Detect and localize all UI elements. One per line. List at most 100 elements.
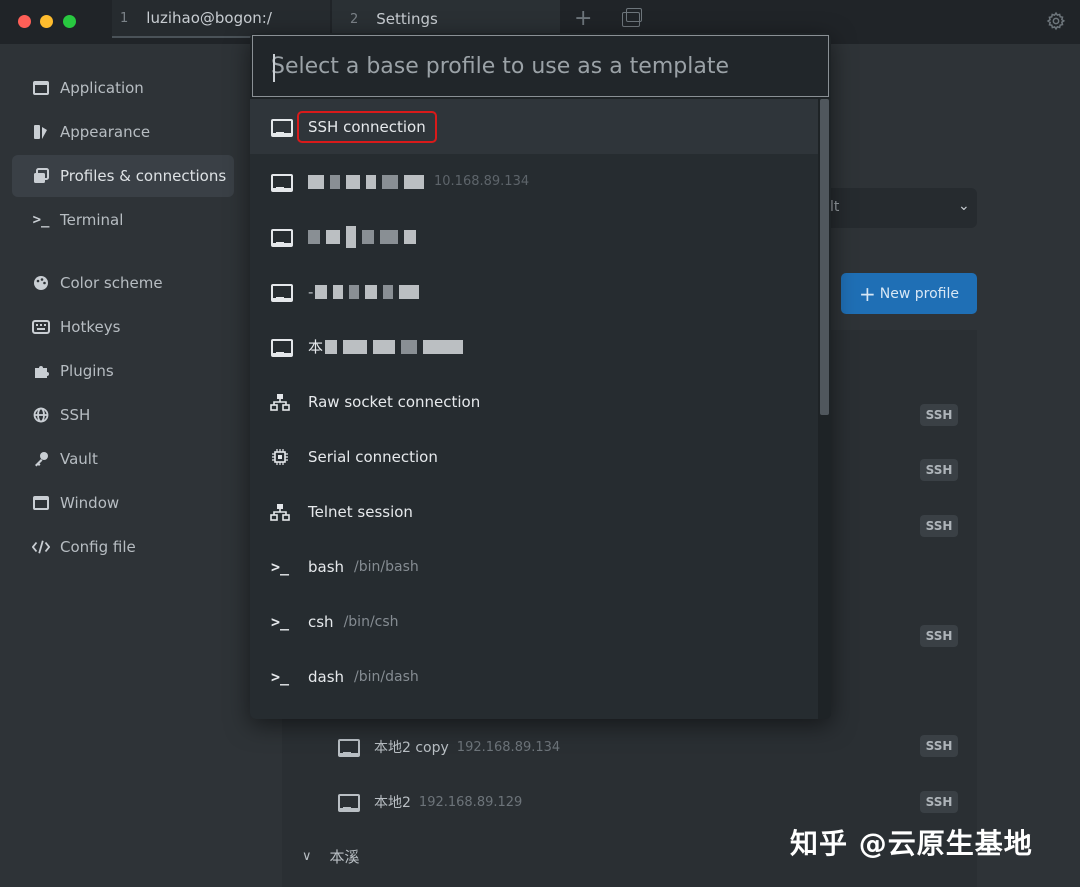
sidebar-item-hotkeys[interactable]: Hotkeys	[12, 306, 234, 348]
new-tab-icon[interactable]: +	[574, 8, 592, 30]
terminal-icon: >_	[32, 212, 50, 228]
option-prefix: -	[308, 282, 314, 301]
option-path: /bin/dash	[354, 668, 419, 685]
sidebar-item-ssh[interactable]: SSH	[12, 394, 234, 436]
palette-icon	[32, 274, 50, 292]
monitor-icon	[270, 118, 293, 137]
option-raw-socket[interactable]: Raw socket connection	[250, 374, 818, 429]
sidebar-item-label: Profiles & connections	[60, 167, 227, 185]
ssh-badge: SSH	[920, 404, 958, 426]
option-label: SSH connection	[297, 110, 437, 143]
sidebar-item-appearance[interactable]: Appearance	[12, 111, 234, 153]
sidebar-item-label: Appearance	[60, 123, 151, 141]
group-label: 本溪	[329, 848, 360, 866]
sidebar-item-vault[interactable]: Vault	[12, 438, 234, 480]
new-profile-label: New profile	[879, 285, 959, 302]
window-icon	[32, 494, 50, 512]
settings-sidebar: Application Appearance Profiles & connec…	[0, 44, 250, 887]
search-box	[252, 35, 829, 97]
sidebar-item-config-file[interactable]: Config file	[12, 526, 234, 568]
sidebar-item-window[interactable]: Window	[12, 482, 234, 524]
maximize-window-button[interactable]	[63, 15, 76, 28]
option-redacted-profile[interactable]	[250, 209, 818, 264]
template-search-input[interactable]	[271, 49, 811, 83]
option-prefix: 本	[308, 338, 324, 356]
scrollbar-thumb[interactable]	[820, 99, 829, 415]
puzzle-icon	[32, 362, 50, 380]
new-profile-button[interactable]: + New profile	[841, 273, 977, 314]
option-path: /bin/csh	[343, 613, 399, 630]
close-window-button[interactable]	[18, 15, 31, 28]
option-serial[interactable]: Serial connection	[250, 429, 818, 484]
option-ssh-connection[interactable]: SSH connection	[250, 99, 818, 154]
keyboard-icon	[32, 318, 50, 336]
option-label: Serial connection	[308, 447, 438, 466]
profile-host: 192.168.89.134	[456, 739, 561, 755]
sidebar-item-label: Plugins	[60, 362, 114, 380]
profile-host: 192.168.89.129	[418, 794, 523, 810]
watermark: 知乎 @云原生基地	[790, 827, 1033, 860]
sidebar-item-plugins[interactable]: Plugins	[12, 350, 234, 392]
option-label: Raw socket connection	[308, 392, 481, 411]
chip-icon	[270, 448, 290, 466]
option-label: dash	[308, 667, 345, 686]
profile-template-picker: SSH connection 10.168.89.134 - 本 Ra	[250, 33, 831, 719]
ssh-badge: SSH	[920, 791, 958, 813]
profile-name: 本地2	[374, 795, 411, 811]
sidebar-item-label: Hotkeys	[60, 318, 121, 336]
template-options-list: SSH connection 10.168.89.134 - 本 Raw soc…	[250, 99, 818, 719]
ssh-badge: SSH	[920, 625, 958, 647]
chevron-down-icon: ∨	[302, 849, 312, 864]
profile-group-header[interactable]: ∨ 本溪	[302, 846, 360, 867]
sidebar-item-label: Color scheme	[60, 274, 163, 292]
ssh-badge: SSH	[920, 515, 958, 537]
option-host: 10.168.89.134	[434, 174, 530, 189]
option-redacted-profile[interactable]: -	[250, 264, 818, 319]
option-label: Telnet session	[308, 502, 413, 521]
option-redacted-profile[interactable]: 本	[250, 319, 818, 374]
profile-row[interactable]: 本地2 192.168.89.129	[338, 792, 522, 812]
minimize-window-button[interactable]	[40, 15, 53, 28]
monitor-icon	[270, 228, 293, 247]
network-icon	[270, 503, 290, 521]
profile-name: 本地2 copy	[374, 740, 449, 756]
option-label: bash	[308, 557, 345, 576]
network-icon	[270, 393, 290, 411]
sidebar-item-label: Window	[60, 494, 120, 512]
option-telnet[interactable]: Telnet session	[250, 484, 818, 539]
default-profile-value: lt	[830, 199, 840, 215]
chevron-down-icon: ⌄	[958, 198, 970, 214]
option-path: /bin/bash	[354, 558, 419, 575]
text-caret	[273, 54, 275, 82]
tab-number: 1	[120, 10, 129, 26]
key-icon	[32, 450, 50, 468]
sidebar-item-profiles[interactable]: Profiles & connections	[12, 155, 234, 197]
option-bash[interactable]: >_ bash /bin/bash	[250, 539, 818, 594]
sidebar-item-label: Config file	[60, 538, 136, 556]
profile-row[interactable]: 本地2 copy 192.168.89.134	[338, 737, 560, 757]
tab-number: 2	[350, 11, 359, 27]
terminal-icon: >_	[270, 557, 290, 576]
window-icon	[32, 79, 50, 97]
windows-icon[interactable]	[622, 8, 642, 27]
code-icon	[32, 538, 50, 556]
monitor-icon	[338, 794, 360, 812]
profiles-icon	[32, 167, 50, 185]
terminal-icon: >_	[270, 612, 290, 631]
sidebar-item-color-scheme[interactable]: Color scheme	[12, 262, 234, 304]
sidebar-item-application[interactable]: Application	[12, 67, 234, 109]
ssh-badge: SSH	[920, 735, 958, 757]
option-csh[interactable]: >_ csh /bin/csh	[250, 594, 818, 649]
tab-label: Settings	[376, 10, 438, 28]
option-redacted-profile[interactable]: 10.168.89.134	[250, 154, 818, 209]
option-label: csh	[308, 612, 334, 631]
tab-label: luzihao@bogon:/	[146, 9, 272, 27]
default-profile-select[interactable]	[820, 188, 977, 228]
options-scrollbar[interactable]	[818, 99, 831, 719]
option-dash[interactable]: >_ dash /bin/dash	[250, 649, 818, 704]
monitor-icon	[338, 739, 360, 757]
plus-icon: +	[859, 281, 876, 306]
monitor-icon	[270, 173, 293, 192]
sidebar-item-terminal[interactable]: >_ Terminal	[12, 199, 234, 241]
gear-icon[interactable]	[1046, 11, 1066, 31]
